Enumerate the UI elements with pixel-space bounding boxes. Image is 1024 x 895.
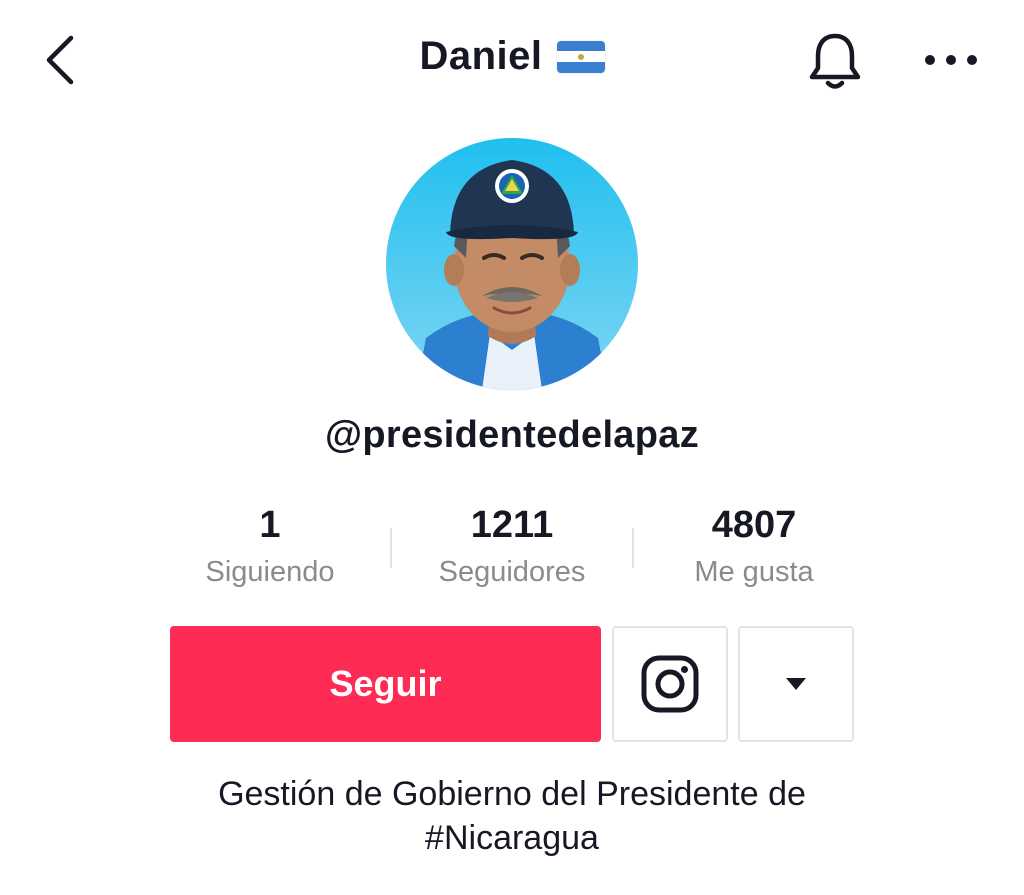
bell-icon — [809, 33, 861, 89]
stat-value: 4807 — [711, 504, 797, 546]
avatar[interactable] — [386, 138, 638, 390]
avatar-photo — [386, 138, 638, 390]
more-options-button[interactable] — [915, 30, 987, 90]
profile-stats: 1 Siguiendo 1211 Seguidores 4807 Me gust… — [150, 502, 874, 602]
stat-label: Seguidores — [438, 556, 586, 588]
page-header: Daniel — [0, 34, 1024, 79]
ellipsis-icon — [925, 55, 977, 65]
stat-followers[interactable]: 1211 Seguidores — [392, 502, 632, 592]
stat-value: 1 — [259, 504, 281, 546]
bio-hashtag[interactable]: #Nicaragua — [100, 816, 924, 860]
notification-bell-button[interactable] — [800, 26, 870, 96]
profile-bio: Gestión de Gobierno del Presidente de #N… — [100, 772, 924, 860]
instagram-button[interactable] — [612, 626, 728, 742]
instagram-icon — [641, 655, 699, 713]
stat-likes[interactable]: 4807 Me gusta — [634, 502, 874, 592]
bio-line: Gestión de Gobierno del Presidente de — [218, 775, 806, 813]
page-title: Daniel — [419, 34, 543, 78]
follow-button[interactable]: Seguir — [170, 626, 601, 742]
more-actions-dropdown[interactable] — [738, 626, 854, 742]
nicaragua-flag-icon — [556, 40, 605, 73]
caret-down-icon — [786, 678, 806, 690]
stat-label: Siguiendo — [205, 556, 335, 588]
stat-following[interactable]: 1 Siguiendo — [150, 502, 390, 592]
stat-value: 1211 — [470, 504, 554, 546]
username: @presidentedelapaz — [324, 414, 699, 456]
stat-label: Me gusta — [694, 556, 814, 588]
